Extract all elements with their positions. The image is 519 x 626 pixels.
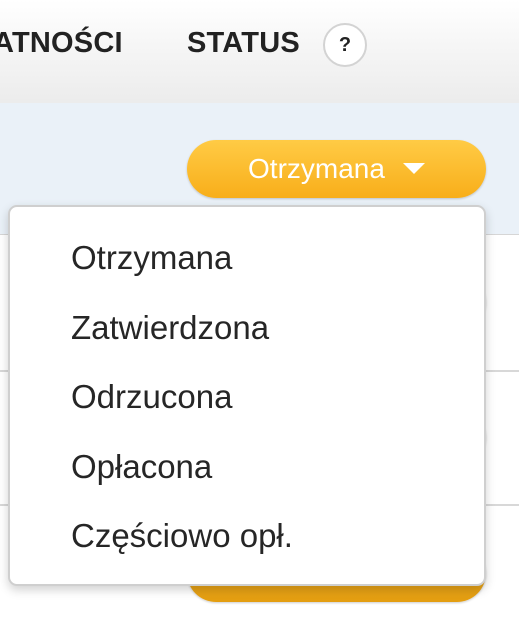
payments-column-header[interactable]: ATNOŚCI xyxy=(0,27,123,60)
table-header: ATNOŚCI STATUS ? xyxy=(0,0,519,103)
help-icon[interactable]: ? xyxy=(323,23,367,67)
status-column-header[interactable]: STATUS xyxy=(187,27,300,60)
status-dropdown-button[interactable]: Otrzymana xyxy=(187,140,486,198)
status-option-czesciowo-oplacona[interactable]: Częściowo opł. xyxy=(10,501,484,571)
status-option-zatwierdzona[interactable]: Zatwierdzona xyxy=(10,293,484,363)
status-dropdown-menu: Otrzymana Zatwierdzona Odrzucona Opłacon… xyxy=(8,205,486,586)
status-option-odrzucona[interactable]: Odrzucona xyxy=(10,362,484,432)
invoice-list-view: ATNOŚCI STATUS ? Otrzymana Otrzymana Zat… xyxy=(0,0,519,626)
caret-down-icon xyxy=(402,163,425,175)
status-option-otrzymana[interactable]: Otrzymana xyxy=(10,223,484,293)
status-option-oplacona[interactable]: Opłacona xyxy=(10,432,484,502)
status-selected-value: Otrzymana xyxy=(248,153,385,184)
